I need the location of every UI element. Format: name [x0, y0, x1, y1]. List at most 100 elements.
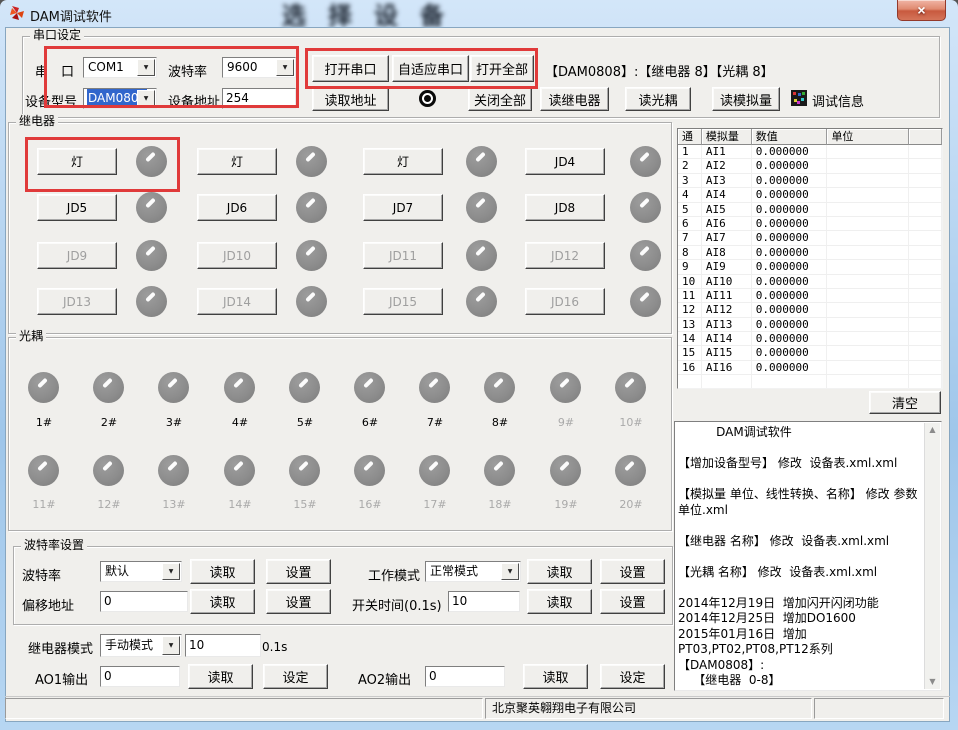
work-mode-combobox[interactable]: 正常模式 ▼ [425, 561, 521, 582]
table-cell [909, 260, 942, 273]
table-row[interactable]: 12AI120.000000 [678, 303, 942, 317]
clear-button[interactable]: 清空 [869, 391, 941, 414]
table-row[interactable]: 13AI130.000000 [678, 318, 942, 332]
scroll-up-icon[interactable]: ▲ [925, 423, 940, 437]
table-row[interactable]: 4AI40.000000 [678, 188, 942, 202]
table-cell [909, 231, 942, 244]
read-relay-button[interactable]: 读继电器 [540, 87, 609, 111]
read-baud-button[interactable]: 读取 [190, 559, 255, 584]
table-row[interactable]: 10AI100.000000 [678, 275, 942, 289]
relay-lamp-icon-9 [136, 240, 167, 271]
relay-button-2[interactable]: 灯 [197, 148, 277, 175]
scroll-down-icon[interactable]: ▼ [925, 675, 940, 689]
work-mode-combo-arrow-icon[interactable]: ▼ [501, 563, 519, 580]
read-ao2-button[interactable]: 读取 [523, 664, 588, 689]
relay-button-1[interactable]: 灯 [37, 148, 117, 175]
table-cell: AI9 [702, 260, 752, 273]
title-bar[interactable]: 选择设备 DAM调试软件 [0, 0, 958, 27]
relay-mode-combobox[interactable]: 手动模式 ▼ [100, 634, 182, 657]
table-cell: 0.000000 [752, 303, 828, 316]
read-work-mode-button[interactable]: 读取 [527, 559, 592, 584]
port-combobox[interactable]: COM1 ▼ [83, 57, 157, 78]
address-input[interactable]: 254 [222, 88, 296, 109]
table-cell: AI15 [702, 346, 752, 359]
relay-button-5[interactable]: JD5 [37, 194, 117, 221]
table-row[interactable]: 7AI70.000000 [678, 231, 942, 245]
close-button[interactable]: × [897, 0, 946, 21]
relay-button-13: JD13 [37, 288, 117, 315]
opto-lamp-icon-1 [28, 372, 59, 403]
table-row[interactable]: 8AI80.000000 [678, 246, 942, 260]
model-combo-arrow-icon[interactable]: ▼ [137, 90, 155, 107]
table-cell [702, 375, 752, 388]
read-analog-button[interactable]: 读模拟量 [712, 87, 780, 111]
baud-combo-arrow-icon[interactable]: ▼ [276, 59, 294, 76]
analog-table-header: 通模拟量数值单位 [678, 129, 942, 145]
relay-mode-time-input[interactable]: 10 [185, 634, 261, 657]
model-combobox[interactable]: DAM0808 ▼ [83, 88, 157, 109]
opto-group-title: 光耦 [16, 329, 46, 344]
table-row[interactable]: 16AI160.000000 [678, 361, 942, 375]
set-baud-button[interactable]: 设置 [266, 559, 331, 584]
baud2-combo-arrow-icon[interactable]: ▼ [162, 563, 180, 580]
table-row[interactable] [678, 375, 942, 389]
set-ao1-button[interactable]: 设定 [263, 664, 328, 689]
opto-label-1: 1# [16, 416, 72, 429]
analog-table-col-1: 通 [678, 129, 702, 145]
info-panel-scrollbar[interactable]: ▲ ▼ [924, 423, 940, 689]
table-row[interactable]: 1AI10.000000 [678, 145, 942, 159]
analog-table-col-4: 单位 [827, 129, 909, 145]
adaptive-port-button[interactable]: 自适应串口 [392, 55, 469, 82]
table-row[interactable]: 15AI150.000000 [678, 346, 942, 360]
set-offset-button[interactable]: 设置 [266, 589, 331, 614]
ao1-label: AO1输出 [35, 669, 88, 688]
debug-info-label[interactable]: 调试信息 [812, 91, 864, 110]
offset-label: 偏移地址 [22, 595, 74, 614]
set-ao2-button[interactable]: 设定 [600, 664, 665, 689]
relay-button-7[interactable]: JD7 [363, 194, 443, 221]
opto-lamp-icon-11 [28, 455, 59, 486]
read-offset-button[interactable]: 读取 [190, 589, 255, 614]
read-opto-button[interactable]: 读光耦 [625, 87, 691, 111]
table-row[interactable]: 3AI30.000000 [678, 174, 942, 188]
read-address-button[interactable]: 读取地址 [312, 87, 389, 111]
table-cell [909, 318, 942, 331]
relay-button-4[interactable]: JD4 [525, 148, 605, 175]
app-icon [9, 5, 25, 21]
read-switch-time-button[interactable]: 读取 [527, 589, 592, 614]
relay-mode-combo-arrow-icon[interactable]: ▼ [162, 636, 180, 655]
open-all-button[interactable]: 打开全部 [470, 55, 534, 82]
set-work-mode-button[interactable]: 设置 [600, 559, 665, 584]
set-switch-time-button[interactable]: 设置 [600, 589, 665, 614]
opto-label-14: 14# [212, 498, 268, 511]
switch-time-input[interactable]: 10 [448, 591, 520, 612]
ao1-input[interactable]: 0 [100, 666, 180, 687]
table-row[interactable]: 11AI110.000000 [678, 289, 942, 303]
open-port-button[interactable]: 打开串口 [312, 55, 389, 82]
table-cell: AI10 [702, 275, 752, 288]
baud2-combobox[interactable]: 默认 ▼ [100, 561, 182, 582]
opto-label-2: 2# [81, 416, 137, 429]
table-cell: 16 [678, 361, 702, 374]
table-cell: AI7 [702, 231, 752, 244]
table-row[interactable]: 5AI50.000000 [678, 203, 942, 217]
table-row[interactable]: 6AI60.000000 [678, 217, 942, 231]
table-cell [827, 159, 909, 172]
statusbar-pane-left [5, 698, 483, 719]
table-row[interactable]: 2AI20.000000 [678, 159, 942, 173]
relay-button-8[interactable]: JD8 [525, 194, 605, 221]
relay-button-3[interactable]: 灯 [363, 148, 443, 175]
opto-label-7: 7# [407, 416, 463, 429]
read-ao1-button[interactable]: 读取 [188, 664, 253, 689]
table-row[interactable]: 9AI90.000000 [678, 260, 942, 274]
ao2-input[interactable]: 0 [425, 666, 505, 687]
table-row[interactable]: 14AI140.000000 [678, 332, 942, 346]
offset-input[interactable]: 0 [100, 591, 188, 612]
close-all-button[interactable]: 关闭全部 [468, 87, 532, 111]
baud-combobox[interactable]: 9600 ▼ [222, 57, 296, 78]
relay-button-6[interactable]: JD6 [197, 194, 277, 221]
table-cell: AI11 [702, 289, 752, 302]
port-combo-arrow-icon[interactable]: ▼ [137, 59, 155, 76]
opto-lamp-icon-2 [93, 372, 124, 403]
table-cell: 4 [678, 188, 702, 201]
